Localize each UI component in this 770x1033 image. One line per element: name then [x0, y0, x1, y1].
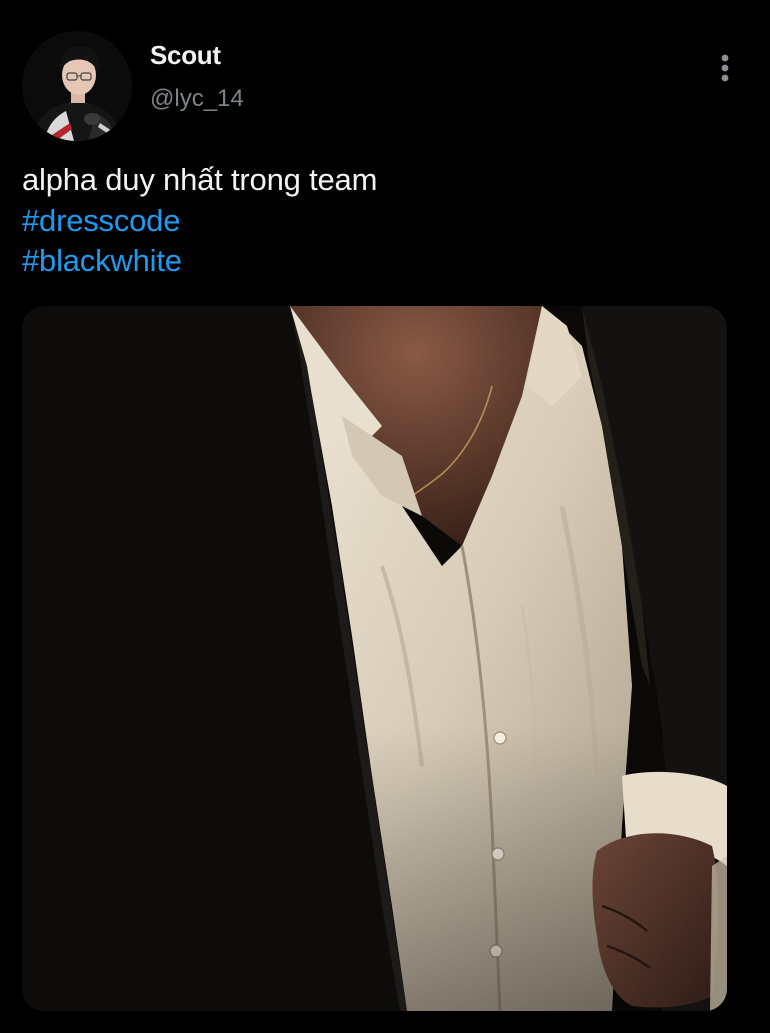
more-vertical-icon — [721, 54, 729, 82]
tweet-text: alpha duy nhất trong team — [22, 162, 378, 197]
more-options-button[interactable] — [706, 48, 744, 88]
author-display-name[interactable]: Scout — [150, 40, 221, 71]
tweet-body: alpha duy nhất trong team #dresscode #bl… — [22, 160, 377, 282]
hashtag-link-blackwhite[interactable]: #blackwhite — [22, 241, 377, 282]
author-avatar[interactable] — [22, 31, 132, 141]
author-handle[interactable]: @lyc_14 — [150, 85, 244, 113]
hashtag-link-dresscode[interactable]: #dresscode — [22, 201, 377, 242]
tweet-photo[interactable] — [22, 306, 727, 1011]
tweet-card: Scout @lyc_14 alpha duy nhất trong team … — [0, 0, 770, 1033]
avatar-image — [22, 31, 132, 141]
photo-image — [22, 306, 727, 1011]
